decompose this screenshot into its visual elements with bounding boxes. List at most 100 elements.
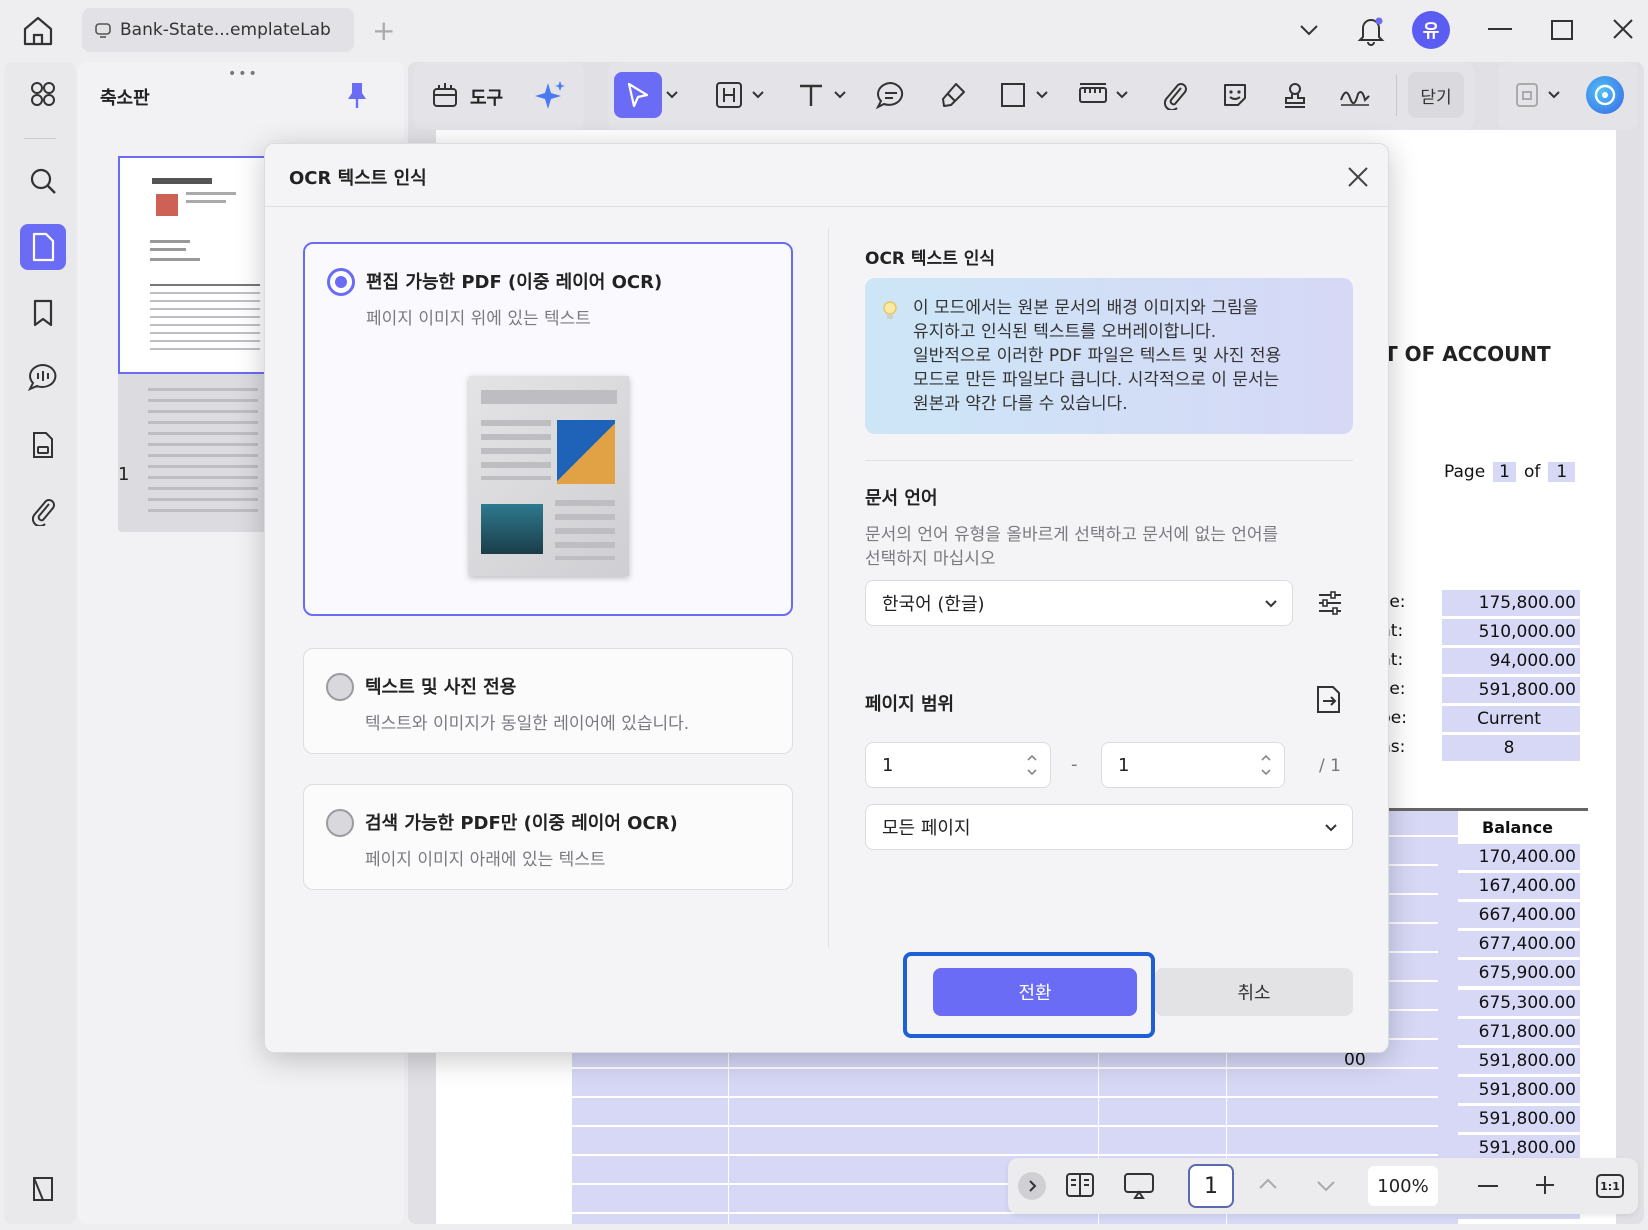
document-tab[interactable]: Bank-State...emplateLab — [82, 8, 354, 52]
attach-tool-icon[interactable] — [1156, 76, 1194, 114]
paperclip-icon[interactable] — [20, 488, 66, 534]
actual-size-button[interactable]: 1:1 — [1596, 1174, 1624, 1198]
range-from-stepper[interactable]: 1 — [865, 742, 1051, 788]
range-total: / 1 — [1319, 756, 1341, 776]
radio-text-and-images[interactable] — [326, 673, 354, 701]
page-layout-icon[interactable] — [1064, 1170, 1096, 1200]
summary-value: 510,000.00 — [1442, 619, 1580, 645]
thumbnails-title: 축소판 — [100, 88, 150, 109]
toolbar-divider — [1396, 74, 1397, 116]
close-tool-button[interactable]: 닫기 — [1408, 72, 1464, 118]
save-icon[interactable] — [1508, 76, 1546, 114]
summary-value: Current Account — [1442, 706, 1580, 755]
range-separator: - — [1071, 754, 1078, 775]
option-title: 텍스트 및 사진 전용 — [365, 677, 517, 698]
page-thumbnail[interactable] — [118, 156, 268, 532]
search-icon[interactable] — [20, 158, 66, 204]
language-title: 문서 언어 — [865, 488, 938, 509]
signature-icon[interactable] — [1336, 76, 1374, 114]
stepper-arrows-icon[interactable] — [1260, 751, 1272, 779]
ai-assistant-icon[interactable] — [1586, 76, 1624, 114]
cloud-icon — [94, 21, 112, 39]
range-to-stepper[interactable]: 1 — [1101, 742, 1285, 788]
info-text: 이 모드에서는 원본 문서의 배경 이미지와 그림을 유지하고 인식된 텍스트를 … — [913, 296, 1281, 416]
option-searchable-pdf[interactable]: 검색 가능한 PDF만 (이중 레이어 OCR) 페이지 이미지 아래에 있는 … — [303, 784, 793, 890]
presentation-icon[interactable] — [1122, 1170, 1156, 1200]
range-mode-select[interactable]: 모든 페이지 — [865, 804, 1353, 850]
rail-divider — [24, 138, 56, 139]
shape-tool-icon[interactable] — [994, 76, 1032, 114]
cancel-button[interactable]: 취소 — [1155, 968, 1353, 1016]
language-select[interactable]: 한국어 (한글) — [865, 580, 1293, 626]
chevron-down-icon[interactable] — [1297, 18, 1321, 42]
bottom-bar: 1 100% 1:1 — [1008, 1158, 1638, 1214]
language-description-2: 선택하지 마십시오 — [865, 549, 996, 569]
sidebar-toggle-icon[interactable] — [20, 1166, 66, 1212]
maximize-icon[interactable] — [1551, 20, 1573, 40]
ocr-preview-illustration — [461, 368, 637, 588]
summary-value: 175,800.00 — [1442, 590, 1580, 616]
text-tool-icon[interactable] — [792, 76, 830, 114]
zoom-in-icon[interactable] — [1534, 1174, 1556, 1196]
measure-tool-icon[interactable] — [1074, 76, 1112, 114]
balance-value: 591,800.00 — [1438, 1076, 1580, 1103]
tools-toolbar: 도구 — [414, 62, 584, 130]
settings-sliders-icon[interactable] — [1315, 588, 1345, 618]
radio-editable-pdf[interactable] — [327, 268, 355, 296]
select-tool-button[interactable] — [614, 72, 662, 118]
zoom-level[interactable]: 100% — [1368, 1166, 1438, 1206]
option-editable-pdf[interactable]: 편집 가능한 PDF (이중 레이어 OCR) 페이지 이미지 위에 있는 텍스… — [303, 242, 793, 616]
stamp-icon[interactable] — [1276, 76, 1314, 114]
chevron-down-icon[interactable] — [1112, 76, 1132, 114]
bell-icon[interactable] — [1356, 14, 1386, 46]
thumbnails-icon[interactable] — [20, 224, 66, 270]
sticker-icon[interactable] — [1216, 76, 1254, 114]
balance-value: 591,800.00 — [1438, 1047, 1580, 1074]
summary-value: 94,000.00 — [1442, 648, 1580, 674]
page-number-input[interactable]: 1 — [1188, 1164, 1234, 1208]
chevron-right-icon[interactable] — [1018, 1172, 1046, 1200]
attachment-page-icon[interactable] — [20, 422, 66, 468]
chevron-down-icon — [1264, 599, 1278, 609]
tools-label[interactable]: 도구 — [470, 84, 503, 110]
zoom-out-icon[interactable] — [1478, 1185, 1498, 1187]
tab-title: Bank-State...emplateLab — [120, 20, 331, 40]
home-icon[interactable] — [20, 14, 56, 48]
option-description: 페이지 이미지 위에 있는 텍스트 — [366, 309, 591, 329]
bookmark-icon[interactable] — [20, 290, 66, 336]
page-range-icon[interactable] — [1313, 684, 1343, 716]
new-tab-button[interactable]: + — [372, 14, 395, 47]
chevron-down-icon — [1324, 823, 1338, 833]
range-to-value: 1 — [1118, 754, 1130, 776]
heading-tool-icon[interactable] — [710, 76, 748, 114]
previous-page-icon[interactable] — [1256, 1174, 1280, 1194]
convert-button[interactable]: 전환 — [933, 968, 1137, 1016]
document-heading: T OF ACCOUNT — [1384, 342, 1551, 366]
resize-handle[interactable]: ••• — [228, 66, 259, 82]
balance-header: Balance — [1482, 818, 1553, 837]
apps-icon[interactable] — [20, 71, 66, 117]
column-divider — [828, 228, 829, 948]
page-current-value: 1 — [1493, 462, 1516, 482]
chevron-down-icon[interactable] — [1544, 76, 1564, 114]
radio-searchable-pdf[interactable] — [326, 809, 354, 837]
stepper-arrows-icon[interactable] — [1026, 751, 1038, 779]
toolbox-icon[interactable] — [426, 76, 464, 114]
chevron-down-icon[interactable] — [662, 76, 682, 114]
ai-sparkle-icon[interactable] — [532, 76, 570, 114]
avatar[interactable]: 유 — [1412, 11, 1450, 49]
next-page-icon[interactable] — [1314, 1176, 1338, 1196]
chevron-down-icon[interactable] — [1032, 76, 1052, 114]
balance-value: 675,300.00 — [1438, 989, 1580, 1016]
balance-value: 671,800.00 — [1438, 1018, 1580, 1045]
close-icon[interactable] — [1347, 166, 1369, 188]
comment-icon[interactable] — [20, 354, 66, 400]
pin-icon[interactable] — [344, 80, 370, 110]
close-window-icon[interactable] — [1612, 18, 1634, 40]
chevron-down-icon[interactable] — [748, 76, 768, 114]
minimize-icon[interactable] — [1488, 28, 1512, 30]
chevron-down-icon[interactable] — [830, 76, 850, 114]
option-text-and-images[interactable]: 텍스트 및 사진 전용 텍스트와 이미지가 동일한 레이어에 있습니다. — [303, 648, 793, 754]
comment-tool-icon[interactable] — [872, 76, 910, 114]
highlighter-icon[interactable] — [934, 76, 972, 114]
